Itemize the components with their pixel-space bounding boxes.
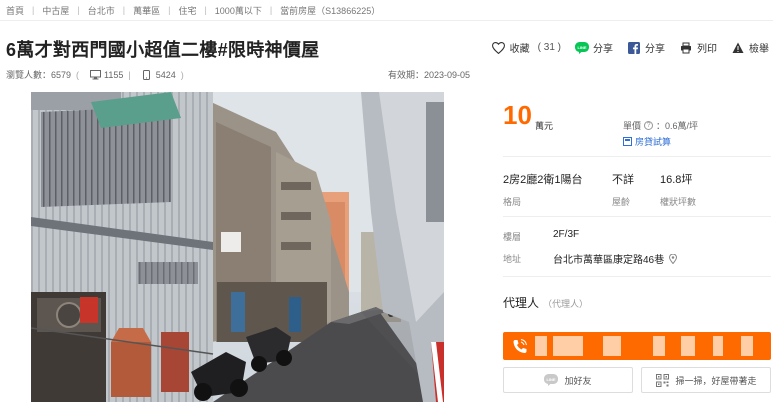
favorite-button[interactable]: 收藏 ( 31 ): [492, 40, 561, 55]
agent-info: 代理人 （代理人）: [503, 294, 588, 311]
report-button[interactable]: 檢舉: [731, 40, 769, 55]
phone-button[interactable]: [503, 332, 771, 360]
add-friend-button[interactable]: LINE 加好友: [503, 367, 633, 393]
spec-layout: 2房2廳2衛1陽台 格局: [503, 171, 582, 208]
unit-price: 單價 ? ：0.6萬/坪: [623, 119, 698, 132]
price-unit: 萬元: [535, 121, 554, 131]
section-divider: [503, 156, 771, 157]
masked-digit: [535, 336, 547, 356]
spec-age-label: 屋齡: [612, 197, 631, 207]
breadcrumb-separator: |: [269, 5, 273, 15]
spec-age: 不詳 屋齡: [612, 171, 634, 208]
help-icon[interactable]: ?: [644, 121, 654, 130]
warning-icon: [731, 41, 745, 55]
address[interactable]: 台北市萬華區康定路46巷: [553, 251, 678, 266]
breadcrumb-separator: |: [168, 5, 171, 15]
breadcrumb-price-range[interactable]: 1000萬以下: [215, 4, 262, 17]
svg-text:LINE: LINE: [577, 44, 586, 49]
facebook-icon: [627, 41, 641, 55]
masked-digit: [553, 336, 583, 356]
breadcrumb-home[interactable]: 首頁: [6, 4, 24, 17]
floor-label: 樓層: [503, 232, 522, 242]
breadcrumb-current: 當前房屋（S13866225）: [280, 5, 381, 16]
favorite-label: 收藏: [509, 44, 530, 55]
spec-area: 16.8坪 權狀坪數: [660, 171, 696, 208]
stats-separator: ): [180, 69, 184, 80]
qr-code-icon: [655, 373, 669, 387]
masked-digit: [741, 336, 753, 356]
print-label: 列印: [697, 44, 717, 55]
facebook-share-label: 分享: [645, 44, 665, 55]
floor-value: 2F/3F: [553, 229, 580, 240]
add-friend-label: 加好友: [564, 375, 592, 386]
heart-icon: [492, 41, 506, 55]
map-pin-icon[interactable]: [669, 253, 678, 264]
masked-digit: [653, 336, 665, 356]
breadcrumb-used-houses[interactable]: 中古屋: [42, 4, 69, 17]
breadcrumb-type[interactable]: 住宅: [178, 4, 196, 17]
stats-separator: |: [128, 69, 131, 80]
line-share-label: 分享: [593, 44, 613, 55]
spec-area-value: 16.8坪: [660, 174, 693, 186]
listing-actions: 收藏 ( 31 ) LINE 分享 分享 列印 檢舉: [478, 40, 769, 55]
unit-price-label: 單價: [623, 121, 642, 131]
valid-until: 有效期：2023-09-05: [388, 70, 471, 80]
listing-photo[interactable]: [31, 92, 444, 402]
phone-icon: [511, 338, 529, 354]
breadcrumb-district[interactable]: 萬華區: [133, 4, 160, 17]
qr-code-button[interactable]: 掃一掃，好屋帶著走: [641, 367, 771, 393]
address-label: 地址: [503, 254, 522, 264]
views-label: 瀏覽人數：: [6, 70, 52, 80]
calculator-icon: [623, 137, 632, 146]
favorite-count: ( 31 ): [537, 42, 561, 53]
report-label: 檢舉: [749, 44, 769, 55]
spec-layout-value: 2房2廳2衛1陽台: [503, 174, 583, 186]
stats-separator: (: [76, 69, 80, 80]
facebook-share-button[interactable]: 分享: [627, 40, 665, 55]
desktop-icon: [89, 69, 101, 80]
address-value: 台北市萬華區康定路46巷: [553, 255, 665, 266]
spec-area-label: 權狀坪數: [660, 197, 697, 207]
line-icon: LINE: [544, 373, 559, 387]
breadcrumb: 首頁 | 中古屋 | 台北市 | 萬華區 | 住宅 | 1000萬以下 | 當前房屋（S13…: [6, 2, 380, 18]
masked-digit: [713, 336, 723, 356]
view-stats: 瀏覽人數： 6579 ( 1155 | 5424 ): [6, 68, 189, 81]
loan-calculator-label: 房貸試算: [635, 137, 672, 147]
line-share-button[interactable]: LINE 分享: [575, 40, 613, 55]
desktop-views: 1155: [104, 69, 124, 80]
printer-icon: [679, 41, 693, 55]
line-icon: LINE: [575, 41, 589, 55]
section-divider: [503, 276, 771, 277]
section-divider: [503, 216, 771, 217]
agent-title: 代理人: [503, 296, 540, 310]
masked-digit: [603, 336, 621, 356]
mobile-icon: [141, 69, 153, 80]
price-value: 10: [503, 100, 532, 130]
views-total: 6579: [51, 69, 72, 80]
breadcrumb-separator: |: [77, 5, 80, 15]
spec-layout-label: 格局: [503, 197, 522, 207]
mobile-views: 5424: [155, 69, 176, 80]
qr-code-label: 掃一掃，好屋帶著走: [675, 375, 757, 386]
breadcrumb-separator: |: [32, 5, 35, 15]
spec-age-value: 不詳: [612, 174, 634, 186]
print-button[interactable]: 列印: [679, 40, 717, 55]
page-title: 6萬才對西門國小超值二樓#限時神價屋: [6, 40, 320, 60]
breadcrumb-separator: |: [204, 5, 207, 15]
unit-price-value: ：0.6萬/坪: [656, 121, 699, 131]
header-divider: [0, 20, 773, 21]
breadcrumb-separator: |: [122, 5, 126, 15]
breadcrumb-city[interactable]: 台北市: [88, 4, 115, 17]
masked-digit: [681, 336, 695, 356]
loan-calculator-link[interactable]: 房貸試算: [623, 135, 671, 148]
svg-text:LINE: LINE: [547, 377, 556, 382]
agent-role: （代理人）: [543, 299, 589, 309]
